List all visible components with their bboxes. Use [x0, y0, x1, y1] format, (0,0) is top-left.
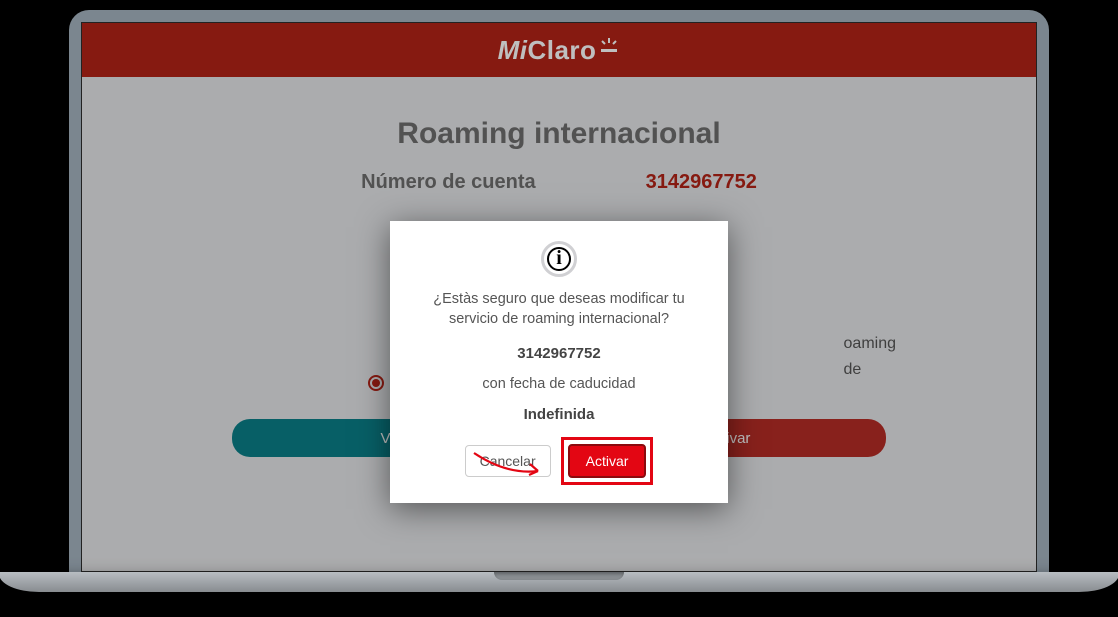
logo-accent-icon	[598, 36, 620, 64]
laptop-notch	[494, 572, 624, 580]
laptop-bezel: Mi Claro Roaming internacional	[69, 10, 1049, 572]
hint-line-1: oaming	[844, 331, 896, 357]
modal-expiry-value: Indefinida	[410, 406, 708, 423]
laptop-base	[0, 572, 1118, 592]
activar-highlight: Activar	[561, 437, 654, 485]
confirm-modal: ¿Estàs seguro que deseas modificar tu se…	[390, 221, 728, 503]
page-title: Roaming internacional	[82, 117, 1036, 151]
laptop-mockup: Mi Claro Roaming internacional	[69, 10, 1049, 592]
logo-claro: Claro	[527, 35, 596, 66]
modal-phone: 3142967752	[410, 345, 708, 362]
radio-icon	[368, 375, 384, 391]
roaming-hint: oaming de	[844, 331, 896, 383]
mi-claro-logo: Mi Claro	[498, 35, 621, 66]
info-icon	[541, 241, 577, 277]
app-header: Mi Claro	[82, 23, 1036, 77]
modal-button-row: Cancelar Activar	[410, 437, 708, 485]
modal-expiry-label: con fecha de caducidad	[410, 376, 708, 392]
account-number: 3142967752	[646, 171, 757, 194]
logo-mi: Mi	[498, 35, 528, 66]
account-row: Número de cuenta 3142967752	[82, 171, 1036, 194]
cancel-button[interactable]: Cancelar	[465, 445, 551, 477]
account-label: Número de cuenta	[361, 171, 535, 194]
screen: Mi Claro Roaming internacional	[81, 22, 1037, 572]
activar-button[interactable]: Activar	[568, 444, 647, 478]
hint-line-2: de	[844, 357, 896, 383]
modal-prompt: ¿Estàs seguro que deseas modificar tu se…	[410, 289, 708, 329]
